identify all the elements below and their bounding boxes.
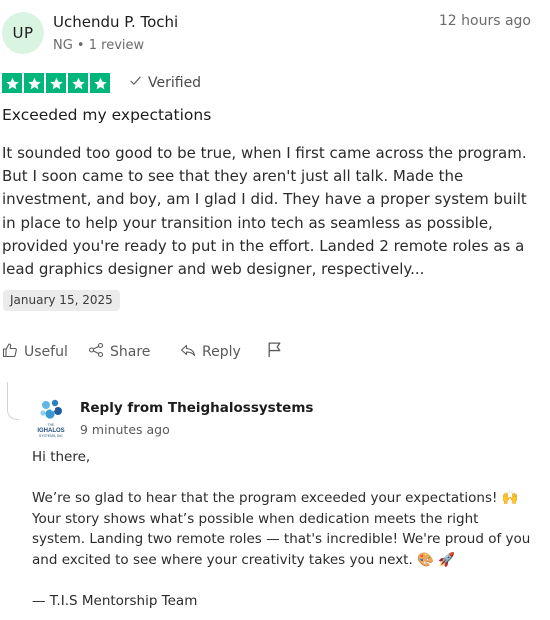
- company-logo[interactable]: THE IGHALOS SYSTEMS, INC: [34, 397, 68, 439]
- star-icon: [24, 73, 44, 93]
- reply-label: Reply: [202, 344, 241, 360]
- review-date: January 15, 2025: [3, 290, 120, 311]
- logo-text-top: THE: [48, 423, 56, 427]
- reply-body: Hi there, We’re so glad to hear that the…: [32, 447, 532, 611]
- verified-label: Verified: [148, 74, 202, 91]
- reviewer-meta: NG • 1 review: [53, 38, 145, 53]
- report-button[interactable]: [266, 341, 283, 362]
- flag-icon: [266, 341, 283, 362]
- review-title[interactable]: Exceeded my expectations: [2, 106, 211, 124]
- reply-signature: — T.I.S Mentorship Team: [32, 592, 198, 609]
- reply-arrow-icon: [180, 342, 196, 362]
- review-time: 12 hours ago: [438, 13, 531, 29]
- star-icon: [90, 73, 110, 93]
- share-label: Share: [110, 344, 151, 360]
- thumbs-up-icon: [2, 342, 18, 362]
- verified-badge[interactable]: Verified: [129, 74, 201, 91]
- logo-text-bottom: SYSTEMS, INC: [39, 434, 63, 438]
- star-icon: [68, 73, 88, 93]
- reply-from[interactable]: Reply from Theighalossystems: [80, 400, 313, 416]
- star-rating: [2, 73, 110, 93]
- reply-message: We’re so glad to hear that the program e…: [32, 490, 531, 568]
- share-button[interactable]: Share: [88, 342, 150, 362]
- reviewer-name[interactable]: Uchendu P. Tochi: [53, 13, 178, 31]
- star-icon: [46, 73, 66, 93]
- reply-button[interactable]: Reply: [180, 342, 241, 362]
- review-header: UP Uchendu P. Tochi NG • 1 review 12 hou…: [0, 0, 550, 70]
- useful-label: Useful: [24, 344, 68, 360]
- star-icon: [2, 73, 22, 93]
- avatar[interactable]: UP: [2, 12, 44, 54]
- reply-greeting: Hi there,: [32, 449, 91, 465]
- reply-thread-line: [7, 382, 19, 420]
- useful-button[interactable]: Useful: [2, 342, 68, 362]
- review-body: It sounded too good to be true, when I f…: [2, 144, 527, 279]
- share-icon: [88, 342, 104, 362]
- reply-time: 9 minutes ago: [80, 422, 170, 437]
- checkmark-icon: [129, 74, 142, 91]
